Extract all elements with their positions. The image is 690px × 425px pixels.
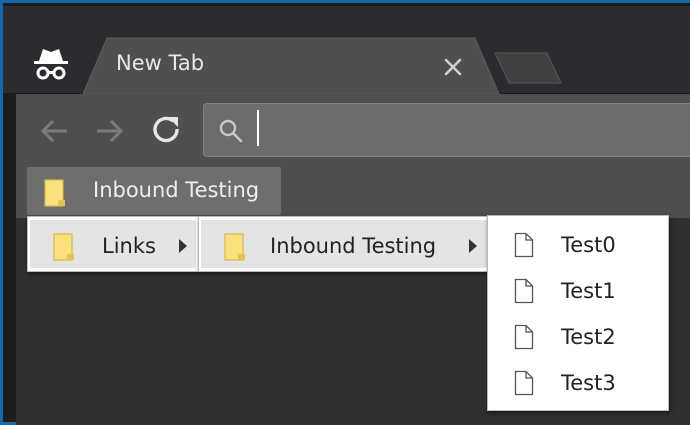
forward-button[interactable] — [91, 113, 127, 149]
folder-icon — [53, 233, 74, 261]
back-button[interactable] — [37, 113, 73, 149]
bookmark-menu-level2: Inbound Testing — [198, 216, 490, 272]
bookmark-menu-level1: Links — [27, 216, 199, 272]
page-icon — [514, 232, 534, 258]
menu-item-test3[interactable]: Test3 — [490, 362, 666, 406]
submenu-arrow-icon — [179, 239, 187, 253]
text-caret — [257, 110, 259, 146]
menu-item-label: Inbound Testing — [270, 234, 437, 258]
page-icon — [514, 370, 534, 396]
omnibox[interactable] — [203, 103, 690, 157]
tab-title: New Tab — [116, 51, 205, 75]
menu-item-label: Test1 — [561, 279, 616, 303]
menu-item-test2[interactable]: Test2 — [490, 316, 666, 360]
folder-icon — [44, 179, 65, 207]
incognito-icon — [34, 49, 68, 80]
browser-window: New Tab Inbound Testing Links Inbound Te… — [0, 0, 690, 425]
menu-item-test1[interactable]: Test1 — [490, 270, 666, 314]
bookmark-label: Inbound Testing — [93, 178, 260, 202]
search-icon — [219, 119, 243, 143]
page-icon — [514, 278, 534, 304]
menu-item-label: Test3 — [561, 371, 616, 395]
close-icon[interactable] — [441, 55, 465, 79]
folder-icon — [224, 233, 245, 261]
menu-item-label: Links — [102, 234, 156, 258]
address-input[interactable] — [250, 108, 674, 154]
reload-button[interactable] — [149, 113, 185, 149]
page-icon — [514, 324, 534, 350]
new-tab-button[interactable] — [493, 51, 565, 87]
menu-item-label: Test2 — [561, 325, 616, 349]
bookmark-menu-level3: Test0 Test1 Test2 Test3 — [487, 215, 669, 411]
menu-item-label: Test0 — [561, 233, 616, 257]
menu-item-test0[interactable]: Test0 — [490, 224, 666, 268]
submenu-arrow-icon — [469, 239, 477, 253]
